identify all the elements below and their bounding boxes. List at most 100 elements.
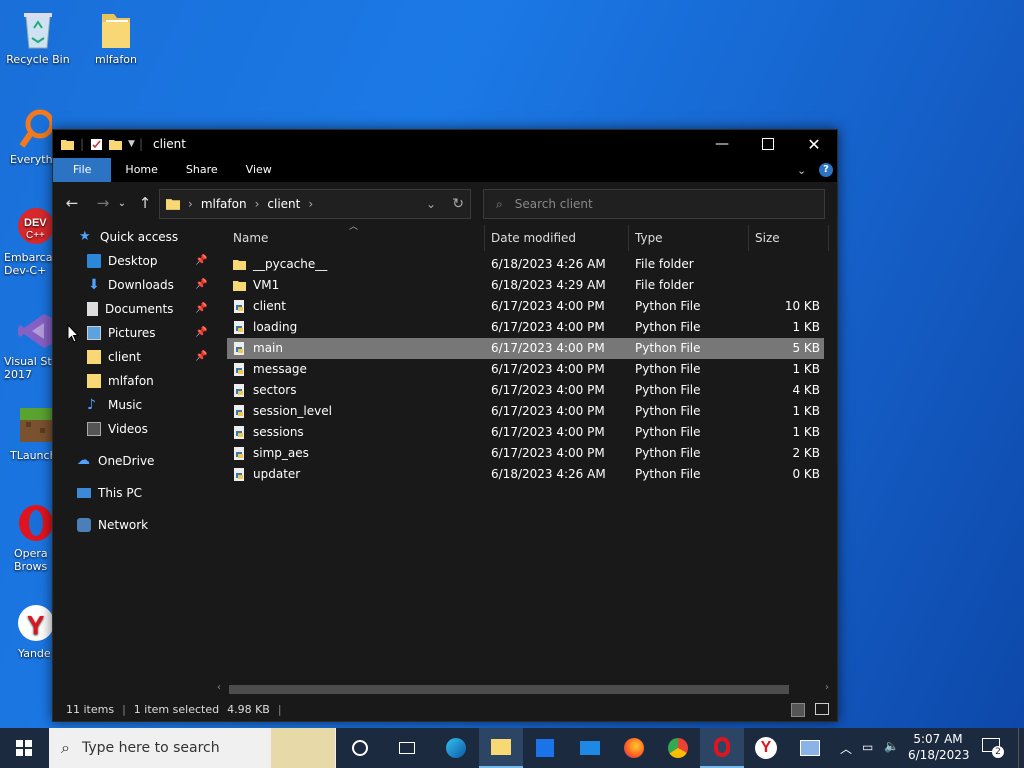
tab-view[interactable]: View	[232, 158, 286, 182]
file-row-simp-aes[interactable]: simp_aes 6/17/2023 4:00 PM Python File 2 KB	[227, 443, 824, 464]
sidebar-item-client[interactable]: client	[87, 346, 141, 368]
file-row-sessions[interactable]: sessions 6/17/2023 4:00 PM Python File 1 KB	[227, 422, 824, 443]
scroll-left-icon[interactable]: ‹	[217, 682, 221, 693]
sidebar-item-downloads[interactable]: ⬇ Downloads	[87, 274, 174, 296]
details-view-icon[interactable]	[791, 703, 805, 717]
desktop-icon-tlauncher[interactable]: TLaunch	[0, 404, 52, 462]
horizontal-scrollbar[interactable]: ‹ ›	[211, 682, 835, 696]
taskbar-opera[interactable]	[700, 728, 744, 768]
close-button[interactable]: ✕	[791, 130, 837, 158]
column-header-type[interactable]: Type	[629, 225, 749, 251]
file-row-client[interactable]: client 6/17/2023 4:00 PM Python File 10 KB	[227, 296, 824, 317]
task-view-icon	[399, 742, 415, 754]
file-row-session-level[interactable]: session_level 6/17/2023 4:00 PM Python Fil…	[227, 401, 824, 422]
taskbar-chrome[interactable]	[656, 728, 700, 768]
help-icon[interactable]: ?	[819, 163, 833, 177]
file-date-modified: 6/17/2023 4:00 PM	[491, 299, 605, 313]
python-file-icon	[234, 300, 244, 313]
desktop-icon-visual-studio[interactable]: Visual St 2017	[0, 310, 52, 381]
sidebar-item-documents[interactable]: Documents	[87, 298, 173, 320]
file-size: 1 KB	[792, 425, 820, 439]
show-desktop-button[interactable]	[1018, 728, 1024, 768]
expand-ribbon-icon[interactable]: ⌄	[797, 164, 806, 177]
file-row-sectors[interactable]: sectors 6/17/2023 4:00 PM Python File 4 KB	[227, 380, 824, 401]
file-row-updater[interactable]: updater 6/18/2023 4:26 AM Python File 0 KB	[227, 464, 824, 485]
window-title: client	[153, 137, 186, 151]
chevron-down-icon[interactable]: ⌄	[426, 197, 436, 211]
show-hidden-icons-icon[interactable]: ︿	[840, 740, 852, 757]
scroll-right-icon[interactable]: ›	[825, 682, 829, 693]
taskbar-mail[interactable]	[568, 728, 612, 768]
cortana-button[interactable]	[338, 728, 382, 768]
column-header-name[interactable]: Name	[227, 225, 485, 251]
taskbar-search-input[interactable]: Type here to search	[82, 740, 220, 756]
taskbar-search-box[interactable]: ⌕ Type here to search	[49, 728, 336, 768]
file-row-message[interactable]: message 6/17/2023 4:00 PM Python File 1 KB	[227, 359, 824, 380]
breadcrumb-client[interactable]: client	[267, 197, 300, 211]
taskbar-store[interactable]	[523, 728, 567, 768]
sidebar-item-network[interactable]: Network	[77, 514, 148, 536]
sidebar-item-videos[interactable]: Videos	[87, 418, 148, 440]
sidebar-item-pictures[interactable]: Pictures	[87, 322, 156, 344]
pictures-icon	[87, 326, 101, 340]
forward-button[interactable]: →	[91, 194, 115, 212]
back-button[interactable]: ←	[60, 194, 84, 212]
task-view-button[interactable]	[385, 728, 429, 768]
desktop-icon-yandex[interactable]: Y Yande	[0, 602, 52, 660]
notification-center-button[interactable]: 2	[982, 738, 1004, 758]
desktop-icon-everything[interactable]: Everyth	[0, 108, 52, 166]
sidebar-item-this-pc[interactable]: This PC	[77, 482, 142, 504]
tab-home[interactable]: Home	[111, 158, 171, 182]
new-folder-icon[interactable]	[109, 138, 123, 151]
file-type: Python File	[635, 320, 701, 334]
maximize-button[interactable]	[745, 130, 791, 158]
desktop-icon-devcpp[interactable]: DEV C++ Embarca Dev-C+	[0, 206, 52, 277]
sidebar-item-desktop[interactable]: Desktop	[87, 250, 158, 272]
minimize-button[interactable]: —	[699, 130, 745, 158]
file-size: 5 KB	[792, 341, 820, 355]
volume-muted-icon[interactable]: 🔈	[884, 739, 899, 753]
large-icons-view-icon[interactable]	[815, 703, 829, 715]
column-header-size[interactable]: Size	[749, 225, 829, 251]
sidebar-item-music[interactable]: ♪ Music	[87, 394, 142, 416]
python-file-icon	[234, 426, 244, 439]
file-name: sessions	[253, 425, 304, 439]
taskbar-firefox[interactable]	[612, 728, 656, 768]
file-type: Python File	[635, 404, 701, 418]
taskbar-app[interactable]	[788, 728, 832, 768]
address-bar[interactable]: › mlfafon › client › ⌄ ↻	[159, 189, 471, 219]
network-status-icon[interactable]: ▭	[862, 740, 873, 754]
search-box[interactable]: ⌕ Search client	[483, 189, 825, 219]
recent-locations-button[interactable]: ⌄	[115, 198, 129, 209]
sidebar-item-onedrive[interactable]: ☁ OneDrive	[77, 450, 154, 472]
up-button[interactable]: ↑	[133, 194, 157, 212]
properties-icon[interactable]	[90, 138, 103, 151]
file-row-loading[interactable]: loading 6/17/2023 4:00 PM Python File 1 KB	[227, 317, 824, 338]
breadcrumb-mlfafon[interactable]: mlfafon	[201, 197, 247, 211]
taskbar-edge[interactable]	[434, 728, 478, 768]
tab-file[interactable]: File	[53, 158, 112, 182]
file-row-pycache--[interactable]: __pycache__ 6/18/2023 4:26 AM File folder	[227, 254, 824, 275]
mouse-cursor-icon	[67, 324, 79, 343]
search-input[interactable]: Search client	[515, 197, 593, 211]
customize-toolbar-icon[interactable]: ▼	[128, 139, 135, 149]
tab-share[interactable]: Share	[172, 158, 232, 182]
desktop-icon-recycle-bin[interactable]: Recycle Bin	[0, 8, 76, 66]
refresh-icon[interactable]: ↻	[452, 196, 464, 212]
column-header-date-modified[interactable]: Date modified	[485, 225, 629, 251]
windows-logo-icon	[16, 740, 32, 756]
desktop-icon-opera[interactable]: Opera Brows	[0, 502, 52, 573]
title-bar[interactable]: | ▼ | client — ✕	[53, 130, 837, 158]
scrollbar-thumb[interactable]	[229, 685, 789, 694]
file-row-main[interactable]: main 6/17/2023 4:00 PM Python File 5 KB	[227, 338, 824, 359]
start-button[interactable]	[2, 728, 46, 768]
taskbar-yandex[interactable]: Y	[744, 728, 788, 768]
status-bar: 11 items | 1 item selected 4.98 KB |	[53, 697, 837, 721]
sidebar-item-mlfafon[interactable]: mlfafon	[87, 370, 154, 392]
clock[interactable]: 5:07 AM 6/18/2023	[908, 731, 970, 763]
desktop-icon-mlfafon[interactable]: mlfafon	[78, 8, 154, 66]
file-name: loading	[253, 320, 298, 334]
file-row-VM1[interactable]: VM1 6/18/2023 4:29 AM File folder	[227, 275, 824, 296]
sidebar-item-quick-access[interactable]: ★ Quick access	[79, 226, 178, 248]
taskbar-file-explorer[interactable]	[479, 728, 523, 768]
